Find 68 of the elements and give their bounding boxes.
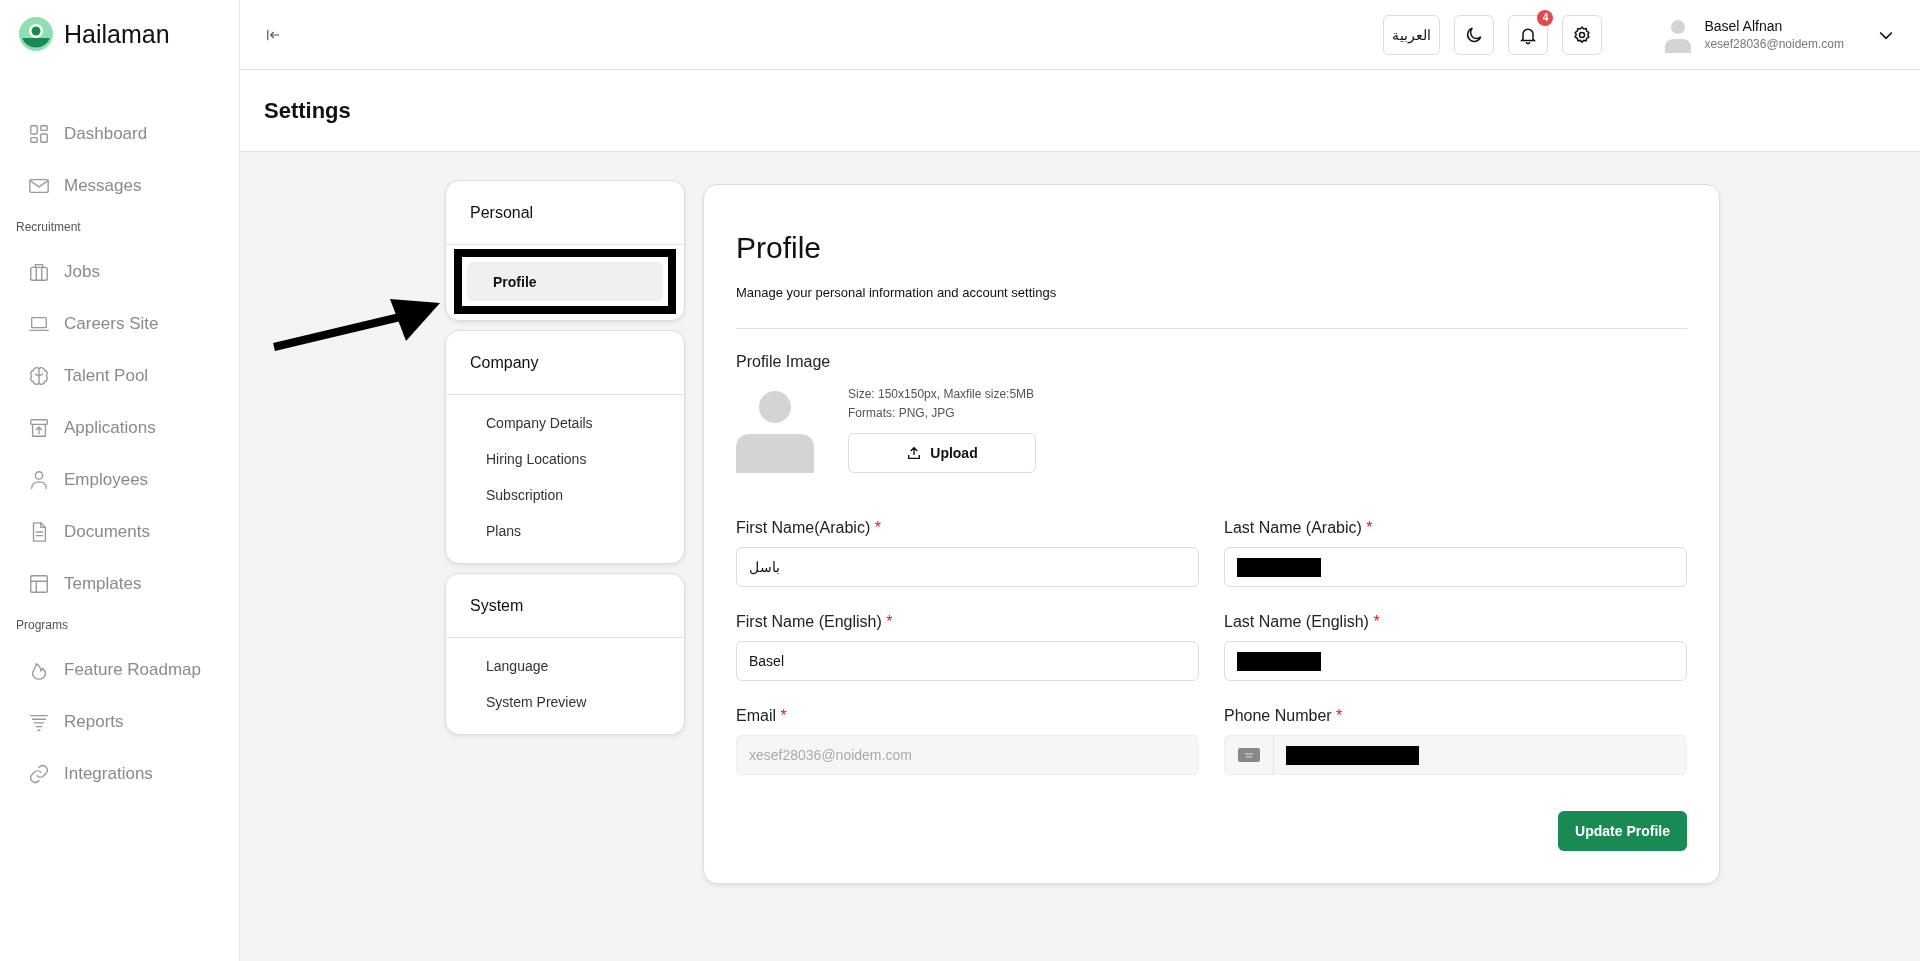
group-title: Personal — [470, 203, 534, 222]
sidebar-item[interactable]: Documents — [64, 522, 150, 542]
sidebar-item[interactable]: Jobs — [64, 262, 100, 282]
sidebar-item[interactable]: Templates — [64, 574, 142, 594]
sidebar-item[interactable]: Reports — [64, 712, 124, 732]
sidebar-item[interactable]: Dashboard — [64, 124, 148, 144]
user-name: Basel Alfnan — [1704, 18, 1784, 34]
sidebar-item[interactable]: Feature Roadmap — [64, 660, 202, 680]
upload-icon — [906, 445, 923, 461]
group-title: Company — [470, 353, 539, 372]
section-subtitle: Manage your personal information and account settings — [736, 285, 1058, 300]
notification-badge: 4 — [1537, 9, 1554, 26]
sidebar-item[interactable]: Careers Site — [64, 314, 159, 334]
input-field: xesef28036@noidem.com — [736, 735, 1199, 775]
briefcase-icon — [28, 261, 50, 283]
link-icon — [28, 763, 50, 785]
grid-icon — [28, 123, 50, 145]
settings-nav-item[interactable]: Language — [460, 648, 670, 684]
required-asterisk: * — [874, 519, 881, 536]
sidebar-item[interactable]: Talent Pool — [64, 366, 149, 386]
required-asterisk: * — [780, 707, 787, 724]
settings-nav-item[interactable]: System Preview — [460, 684, 670, 720]
nav-section-label: Recruitment — [15, 219, 82, 236]
settings-nav-item[interactable]: Hiring Locations — [460, 441, 670, 477]
page-title: Settings — [264, 97, 351, 124]
brand-name: Hailaman — [64, 19, 170, 49]
language-button[interactable]: العربية — [1383, 14, 1441, 55]
user-email: xesef28036@noidem.com — [1704, 37, 1844, 51]
field-label: First Name(Arabic) — [736, 519, 871, 536]
settings-nav-item[interactable]: Subscription — [460, 477, 670, 513]
section-title: Profile — [736, 231, 823, 265]
sidebar-item[interactable]: Employees — [64, 470, 149, 490]
archive-icon — [28, 417, 50, 439]
image-hint: Formats: PNG, JPG — [848, 405, 956, 422]
settings-nav-item[interactable]: Company Details — [460, 405, 670, 441]
upload-button[interactable]: Upload — [848, 433, 1036, 473]
field-label: Phone Number — [1224, 707, 1332, 724]
logo-icon — [18, 16, 54, 52]
nav-section-label: Programs — [15, 617, 69, 634]
field-label: Last Name (Arabic) — [1224, 519, 1362, 536]
field-label: First Name (English) — [736, 613, 882, 630]
settings-nav-item[interactable]: Profile — [467, 262, 663, 301]
required-asterisk: * — [1336, 707, 1343, 724]
settings-icon — [1572, 24, 1593, 45]
image-hint: Size: 150x150px, Maxfile size:5MB — [848, 386, 1036, 403]
required-asterisk: * — [1366, 519, 1373, 536]
required-asterisk: * — [1373, 613, 1380, 630]
sidebar-item[interactable]: Applications — [64, 418, 156, 438]
flag-icon — [1238, 748, 1260, 762]
input-field[interactable] — [1224, 547, 1687, 587]
update-profile-button[interactable]: Update Profile — [1558, 811, 1687, 851]
field-label: Email — [736, 707, 776, 724]
field-label: Profile Image — [736, 353, 832, 371]
sidebar-item[interactable]: Integrations — [64, 764, 153, 784]
input-field[interactable]: Basel — [736, 641, 1199, 681]
field-label: Last Name (English) — [1224, 613, 1369, 630]
group-title: System — [470, 596, 524, 615]
input-field[interactable] — [1224, 641, 1687, 681]
required-asterisk: * — [886, 613, 893, 630]
user-icon — [28, 469, 50, 491]
phone-field[interactable] — [1224, 735, 1687, 775]
layout-icon — [28, 573, 50, 595]
settings-nav-item[interactable]: Plans — [460, 513, 670, 549]
brain-icon — [28, 365, 50, 387]
sidebar-item[interactable]: Messages — [64, 176, 142, 196]
settings-button[interactable] — [1562, 14, 1603, 55]
input-field[interactable]: باسل — [736, 547, 1199, 587]
theme-button[interactable] — [1454, 14, 1495, 55]
